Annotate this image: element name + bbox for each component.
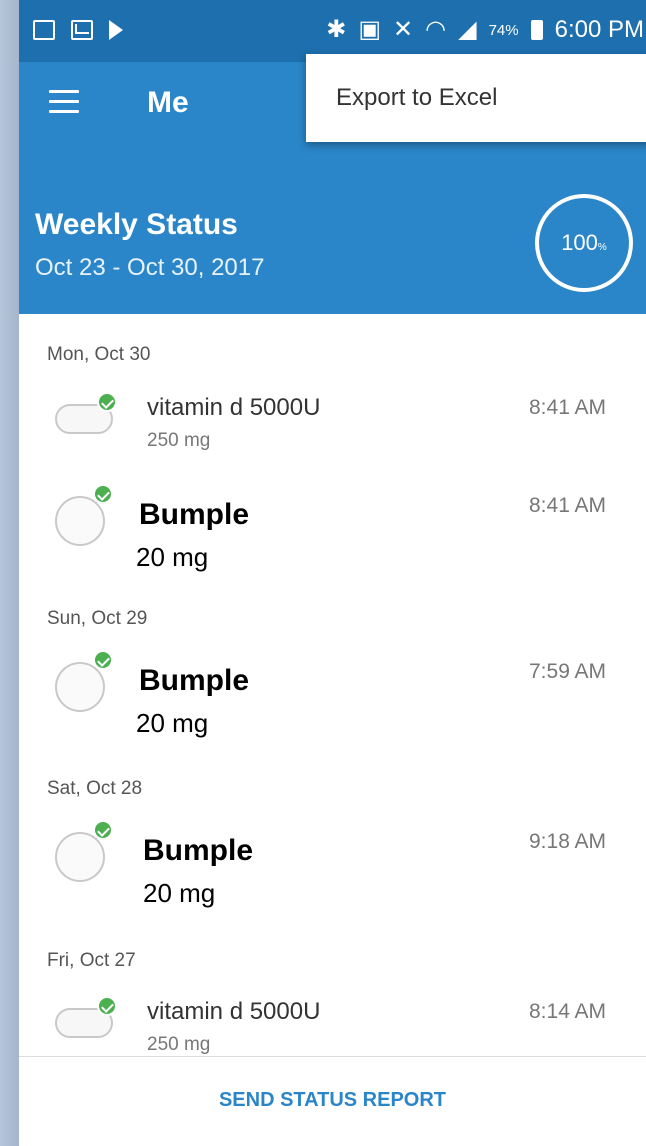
footer-bar: SEND STATUS REPORT xyxy=(19,1057,646,1146)
menu-item-export-to-excel[interactable]: Export to Excel xyxy=(336,84,497,112)
battery-icon xyxy=(530,20,543,40)
taken-check-icon xyxy=(97,392,117,412)
med-dose: 20 mg xyxy=(136,708,209,738)
bluetooth-icon: ✱ xyxy=(326,16,347,43)
gallery-icon xyxy=(33,20,55,40)
med-time: 8:41 AM xyxy=(529,396,607,419)
list-item[interactable]: Bumple 20 mg 9:18 AM xyxy=(19,818,646,914)
day-header: Sat, Oct 28 xyxy=(47,778,143,799)
adherence-progress-label: 100% xyxy=(561,230,607,255)
med-time: 8:41 AM xyxy=(529,494,607,517)
day-header: Mon, Oct 30 xyxy=(47,344,151,365)
status-time: 6:00 PM xyxy=(554,16,644,43)
day-header: Fri, Oct 27 xyxy=(47,950,136,971)
medication-history-list[interactable]: Mon, Oct 30 vitamin d 5000U 250 mg 8:41 … xyxy=(19,314,646,1056)
med-name: vitamin d 5000U xyxy=(147,998,321,1025)
page-title: Me xyxy=(147,86,189,119)
med-time: 7:59 AM xyxy=(529,660,607,683)
phone-screen: ✱ ▣ ✕ ◠ ◢ 74% 6:00 PM Me Export to Excel… xyxy=(19,0,646,1146)
taken-check-icon xyxy=(93,820,113,840)
round-pill-icon xyxy=(55,832,105,882)
list-item[interactable]: vitamin d 5000U 250 mg 8:41 AM xyxy=(19,384,646,480)
med-dose: 20 mg xyxy=(136,542,209,572)
weekly-date-range: Oct 23 - Oct 30, 2017 xyxy=(35,254,265,281)
med-name: Bumple xyxy=(143,834,254,867)
med-name: vitamin d 5000U xyxy=(147,394,321,421)
menu-icon[interactable] xyxy=(49,90,79,114)
weekly-status-title: Weekly Status xyxy=(35,208,238,241)
nfc-icon: ▣ xyxy=(358,16,382,43)
list-item[interactable]: vitamin d 5000U 250 mg 8:14 AM xyxy=(19,988,646,1056)
taken-check-icon xyxy=(93,484,113,504)
med-dose: 20 mg xyxy=(143,878,216,908)
day-header: Sun, Oct 29 xyxy=(47,608,148,629)
adherence-progress-ring: 100% xyxy=(535,194,633,292)
med-dose: 250 mg xyxy=(147,430,211,451)
med-time: 9:18 AM xyxy=(529,830,607,853)
weekly-status-header: Weekly Status Oct 23 - Oct 30, 2017 100% xyxy=(19,146,646,314)
status-bar: ✱ ▣ ✕ ◠ ◢ 74% 6:00 PM xyxy=(19,0,646,62)
med-name: Bumple xyxy=(139,664,250,697)
device-bezel xyxy=(0,0,19,1146)
mail-icon xyxy=(71,20,93,40)
list-item[interactable]: Bumple 20 mg 8:41 AM xyxy=(19,482,646,578)
taken-check-icon xyxy=(97,996,117,1016)
overflow-menu: Export to Excel xyxy=(306,54,646,142)
med-dose: 250 mg xyxy=(147,1034,211,1055)
round-pill-icon xyxy=(55,662,105,712)
send-status-report-button[interactable]: SEND STATUS REPORT xyxy=(19,1089,646,1112)
list-item[interactable]: Bumple 20 mg 7:59 AM xyxy=(19,648,646,744)
med-name: Bumple xyxy=(139,498,250,531)
play-icon xyxy=(109,20,123,40)
battery-percent: 74% xyxy=(488,21,519,39)
round-pill-icon xyxy=(55,496,105,546)
mute-icon: ✕ xyxy=(393,16,414,43)
taken-check-icon xyxy=(93,650,113,670)
wifi-icon: ◠ xyxy=(425,16,447,43)
med-time: 8:14 AM xyxy=(529,1000,607,1023)
signal-icon: ◢ xyxy=(458,16,477,43)
